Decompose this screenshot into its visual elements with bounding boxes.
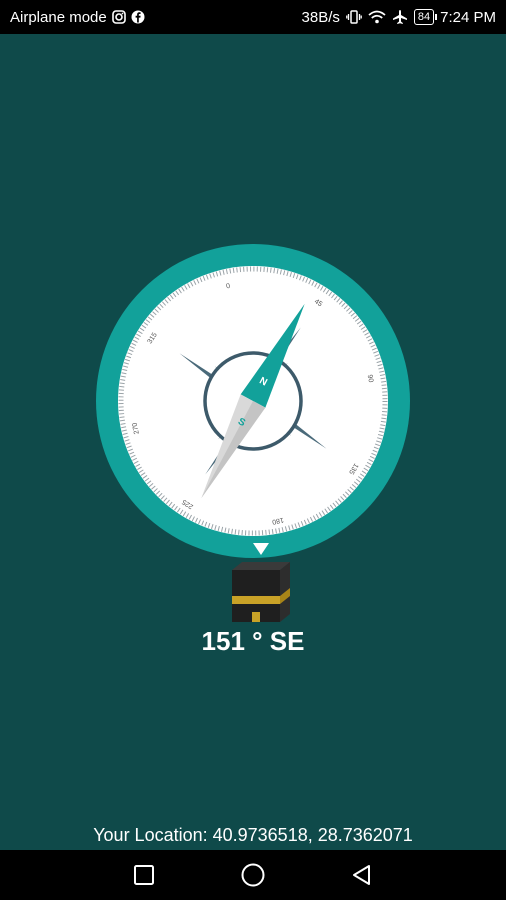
navigation-bar [0, 850, 506, 900]
battery-icon: 84 [413, 9, 438, 25]
back-button[interactable] [344, 857, 380, 893]
back-icon [352, 865, 370, 885]
vibrate-icon [346, 10, 362, 24]
airplane-mode-label: Airplane mode [10, 8, 107, 26]
facebook-icon [131, 10, 145, 24]
instagram-icon [111, 10, 126, 24]
kaaba-icon [228, 560, 294, 624]
home-icon [241, 863, 265, 887]
network-speed: 38B/s [301, 8, 340, 26]
heading-indicator-icon [253, 543, 269, 555]
battery-level: 84 [417, 11, 431, 23]
compass: 0 45 90 135 180 225 270 315 N S [96, 244, 410, 558]
heading-readout: 151 ° SE [201, 626, 305, 656]
clock: 7:24 PM [440, 8, 496, 26]
recent-apps-button[interactable] [126, 857, 162, 893]
wifi-icon [368, 10, 386, 24]
recent-apps-icon [134, 865, 155, 885]
home-button[interactable] [235, 857, 271, 893]
airplane-icon [392, 9, 408, 25]
status-bar: Airplane mode 38B/s 84 7:24 PM [0, 0, 506, 34]
location-readout: Your Location: 40.9736518, 28.7362071 [93, 825, 413, 845]
compass-dial: 0 45 90 135 180 225 270 315 N S [96, 244, 410, 558]
